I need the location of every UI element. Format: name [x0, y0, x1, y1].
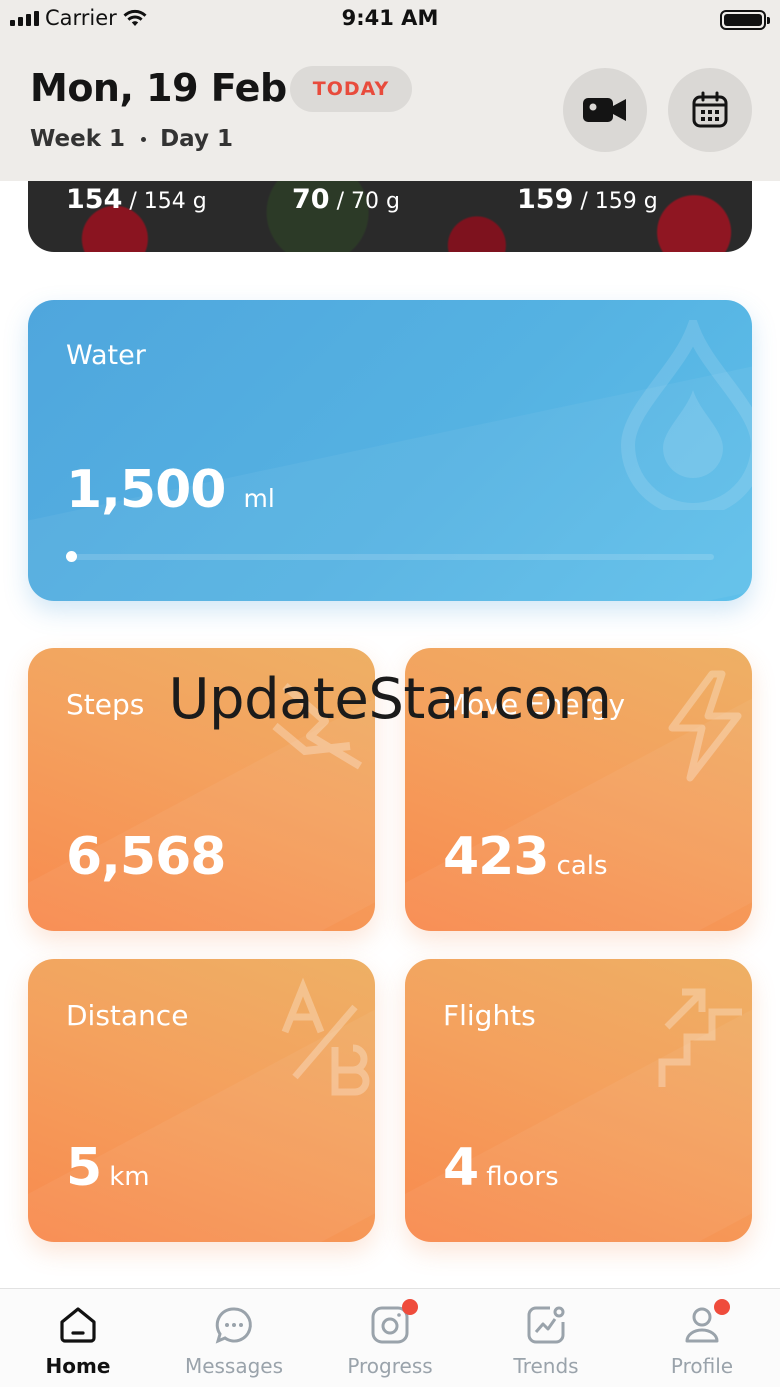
flights-value: 4 floors [443, 1138, 559, 1198]
home-icon [56, 1303, 100, 1347]
water-drop-icon [620, 320, 752, 510]
water-title: Water [66, 340, 146, 371]
calendar-button[interactable] [668, 68, 752, 152]
move-energy-number: 423 [443, 827, 550, 887]
water-card[interactable]: Water 1,500 ml [28, 300, 752, 601]
header: Carrier 9:41 AM Mon, 19 Feb TODAY Week 1… [0, 0, 780, 181]
distance-label: Distance [66, 999, 189, 1032]
page-title: Mon, 19 Feb [30, 66, 287, 110]
distance-value: 5 km [66, 1138, 150, 1198]
macro-consumed: 159 [517, 184, 574, 215]
move-energy-value: 423 cals [443, 827, 608, 887]
tab-label: Messages [184, 1354, 284, 1378]
stairs-icon [658, 988, 742, 1087]
tab-messages[interactable]: Messages [156, 1303, 312, 1378]
tab-label: Progress [347, 1354, 433, 1378]
flights-unit: floors [486, 1162, 559, 1192]
macro-consumed: 70 [292, 184, 330, 215]
day-label: Day 1 [160, 126, 233, 152]
week-label: Week 1 [30, 126, 126, 152]
macro-target: / 154 g [129, 189, 207, 214]
distance-number: 5 [66, 1138, 102, 1198]
watermark-text: UpdateStar.com [168, 667, 612, 732]
tab-label: Trends [513, 1354, 579, 1378]
video-camera-icon [583, 98, 626, 122]
macro-fat: 159 / 159 g [517, 184, 658, 215]
water-value: 1,500 ml [66, 460, 275, 520]
battery-icon [720, 10, 770, 30]
macro-target: / 70 g [336, 189, 400, 214]
camera-icon [368, 1299, 418, 1347]
week-day-label: Week 1 Day 1 [30, 126, 233, 152]
status-bar: Carrier 9:41 AM [0, 0, 780, 40]
flights-number: 4 [443, 1138, 479, 1198]
tab-trends[interactable]: Trends [468, 1303, 624, 1378]
flights-card[interactable]: Flights 4 floors [405, 959, 752, 1242]
macro-carbs: 154 / 154 g [66, 184, 207, 215]
move-energy-unit: cals [556, 851, 608, 881]
today-button[interactable]: TODAY [290, 66, 412, 112]
water-unit: ml [243, 484, 275, 513]
macro-consumed: 154 [66, 184, 123, 215]
water-amount: 1,500 [66, 460, 226, 520]
tab-bar: Home Messages Progress Trends Profile [0, 1288, 780, 1387]
water-progress-bar[interactable] [66, 551, 714, 562]
chat-icon [212, 1303, 256, 1347]
steps-number: 6,568 [66, 827, 226, 887]
macro-target: / 159 g [580, 189, 658, 214]
trend-chart-icon [524, 1303, 568, 1347]
tab-label: Profile [670, 1354, 734, 1378]
steps-value: 6,568 [66, 827, 233, 887]
water-progress-knob[interactable] [66, 551, 77, 562]
video-button[interactable] [563, 68, 647, 152]
calendar-icon [692, 91, 728, 128]
a-to-b-icon [281, 977, 370, 1096]
status-time: 9:41 AM [341, 6, 439, 30]
user-icon [680, 1299, 730, 1347]
notification-badge [402, 1299, 418, 1315]
tab-label: Home [45, 1354, 111, 1378]
flights-label: Flights [443, 999, 536, 1032]
tab-profile[interactable]: Profile [624, 1299, 780, 1378]
separator-dot [141, 136, 147, 142]
tab-home[interactable]: Home [0, 1303, 156, 1378]
macro-protein: 70 / 70 g [292, 184, 400, 215]
distance-card[interactable]: Distance 5 km [28, 959, 375, 1242]
notification-badge [714, 1299, 730, 1315]
tab-progress[interactable]: Progress [312, 1299, 468, 1378]
distance-unit: km [109, 1162, 150, 1192]
